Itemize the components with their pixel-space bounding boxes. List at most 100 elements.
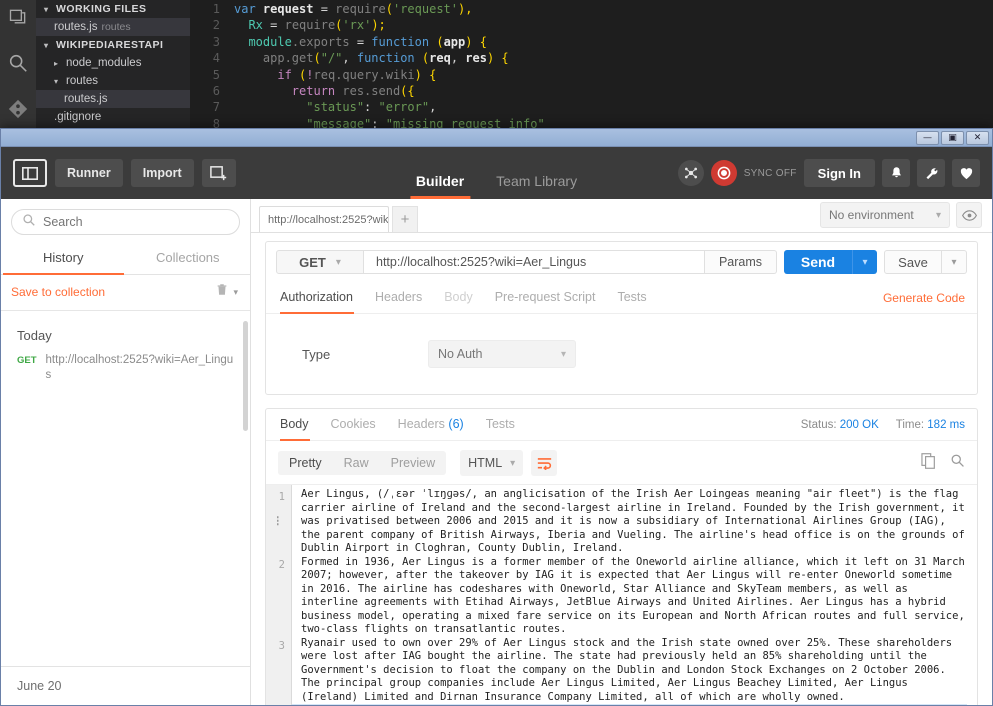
save-button[interactable]: Save — [884, 250, 942, 274]
item-label: routes — [66, 75, 98, 87]
eye-icon[interactable] — [956, 202, 982, 228]
sidebar-toggle-button[interactable] — [13, 159, 47, 187]
minimize-button[interactable]: — — [916, 130, 939, 145]
interceptor-icon[interactable] — [677, 160, 704, 186]
sidebar-scrollbar[interactable] — [243, 321, 248, 431]
tab-response-body[interactable]: Body — [278, 409, 320, 441]
status-value: 200 OK — [839, 418, 879, 431]
header-tabs: Builder Team Library — [400, 147, 593, 199]
request-tab[interactable]: http://localhost:2525?wiki= — [259, 206, 389, 232]
tab-response-headers[interactable]: Headers (6) — [387, 409, 475, 440]
tab-response-cookies[interactable]: Cookies — [320, 409, 387, 440]
close-button[interactable]: ✕ — [966, 130, 989, 145]
heart-icon[interactable] — [952, 159, 980, 187]
code-line-text: app.get("/", function (req, res) { — [262, 51, 509, 66]
sync-icon[interactable] — [710, 160, 737, 186]
import-button[interactable]: Import — [130, 159, 194, 187]
request-subtabs: Authorization Headers Body Pre-request S… — [266, 282, 977, 314]
explorer-item-routes[interactable]: ▾ routes — [36, 72, 190, 90]
code-line-text: module.exports = function (app) { — [248, 34, 487, 49]
url-row: GET ▾ http://localhost:2525?wiki=Aer_Lin… — [266, 242, 977, 282]
code-line-text: if (!req.query.wiki) { — [277, 67, 437, 82]
environment-select[interactable]: No environment ▾ — [820, 202, 950, 228]
chevron-down-icon: ▾ — [510, 457, 516, 469]
params-button[interactable]: Params — [705, 250, 777, 274]
code-line-text: "status": "error", — [306, 100, 437, 115]
environment-value: No environment — [829, 208, 914, 222]
tab-pre-request-script[interactable]: Pre-request Script — [484, 282, 607, 313]
search-icon[interactable] — [3, 48, 33, 78]
header-actions: SYNC OFF Sign In — [677, 159, 980, 187]
explorer-section-working-files[interactable]: ▾ WORKING FILES — [36, 0, 190, 18]
save-to-collection-link[interactable]: Save to collection — [11, 285, 105, 299]
explorer-item-gitignore[interactable]: .gitignore — [36, 108, 190, 126]
tab-team-library[interactable]: Team Library — [480, 173, 593, 199]
history-item[interactable]: GET http://localhost:2525?wiki=Aer_Lingu… — [1, 351, 250, 387]
code-line-number: 3 — [212, 34, 220, 49]
response-line-number: 3 — [278, 639, 285, 652]
view-mode-preview[interactable]: Preview — [380, 451, 446, 475]
explorer-item-routes-js[interactable]: routes.js — [36, 90, 190, 108]
tab-builder[interactable]: Builder — [400, 173, 480, 199]
code-line: 2 Rx = require('rx'); — [190, 17, 993, 33]
files-icon[interactable] — [3, 2, 33, 32]
copy-icon[interactable] — [921, 452, 936, 474]
code-line-number: 6 — [212, 83, 220, 98]
sidebar-footer-date: June 20 — [1, 666, 250, 705]
line-number-gutter: 1234⋮ — [266, 485, 292, 705]
search-box[interactable] — [11, 209, 240, 235]
chevron-down-icon: ▾ — [560, 348, 566, 360]
tab-response-tests[interactable]: Tests — [475, 409, 526, 440]
maximize-button[interactable]: ▣ — [941, 130, 964, 145]
trash-icon — [215, 282, 229, 302]
response-line-number: 1 — [278, 491, 285, 503]
tab-headers[interactable]: Headers — [364, 282, 433, 313]
generate-code-link[interactable]: Generate Code — [883, 291, 965, 305]
response-body[interactable]: 1234⋮ Aer Lingus, (/ˌɛər ˈlɪŋɡəs/, an an… — [266, 484, 977, 705]
bell-icon[interactable] — [882, 159, 910, 187]
wrench-icon[interactable] — [917, 159, 945, 187]
request-tabstrip: http://localhost:2525?wiki= + No environ… — [251, 199, 992, 233]
explorer-section-project[interactable]: ▾ WIKIPEDIARESTAPI — [36, 36, 190, 54]
word-wrap-icon[interactable] — [531, 450, 558, 476]
url-input[interactable]: http://localhost:2525?wiki=Aer_Lingus — [364, 250, 705, 274]
tab-authorization[interactable]: Authorization — [278, 282, 364, 314]
source-control-icon[interactable] — [3, 94, 33, 124]
fold-marker-icon[interactable]: ⋮ — [273, 515, 284, 529]
sign-in-button[interactable]: Sign In — [803, 159, 875, 187]
new-window-button[interactable] — [201, 159, 236, 187]
response-card: Body Cookies Headers (6) Tests Status: 2… — [265, 408, 978, 705]
tab-body[interactable]: Body — [433, 282, 484, 313]
auth-type-select[interactable]: No Auth ▾ — [428, 340, 576, 368]
time-label: Time: — [895, 418, 925, 431]
format-select[interactable]: HTML ▾ — [460, 450, 524, 476]
chevron-down-icon: ▾ — [935, 209, 941, 221]
history-list[interactable]: Today GET http://localhost:2525?wiki=Aer… — [1, 311, 250, 666]
method-value: GET — [299, 254, 326, 270]
add-tab-button[interactable]: + — [392, 206, 418, 232]
status-readout: Status: 200 OK — [801, 419, 879, 431]
environment-group: No environment ▾ — [820, 202, 992, 232]
explorer-working-file[interactable]: routes.js routes — [36, 18, 190, 36]
runner-button[interactable]: Runner — [55, 159, 123, 187]
tab-collections[interactable]: Collections — [126, 243, 251, 274]
tab-tests[interactable]: Tests — [606, 282, 657, 313]
search-input[interactable] — [43, 215, 229, 229]
view-mode-group: Pretty Raw Preview — [278, 451, 447, 475]
tab-history[interactable]: History — [1, 243, 126, 275]
chevron-down-icon: ▾ — [44, 40, 49, 50]
send-options-button[interactable]: ▾ — [852, 250, 877, 274]
method-select[interactable]: GET ▾ — [276, 250, 364, 274]
search-icon[interactable] — [950, 453, 965, 474]
save-options-button[interactable]: ▾ — [942, 250, 967, 274]
item-label: .gitignore — [54, 111, 102, 123]
response-toolbar: Pretty Raw Preview HTML ▾ — [266, 441, 977, 484]
send-button[interactable]: Send — [784, 250, 852, 274]
trash-dropdown[interactable]: ▾ — [215, 282, 238, 302]
explorer-item-node-modules[interactable]: ▸ node_modules — [36, 54, 190, 72]
view-mode-raw[interactable]: Raw — [333, 451, 380, 475]
view-mode-pretty[interactable]: Pretty — [278, 451, 333, 475]
chevron-right-icon: ▸ — [54, 58, 59, 68]
headers-count-badge: (6) — [448, 417, 464, 431]
response-content[interactable]: Aer Lingus, (/ˌɛər ˈlɪŋɡəs/, an anglicis… — [292, 485, 977, 705]
